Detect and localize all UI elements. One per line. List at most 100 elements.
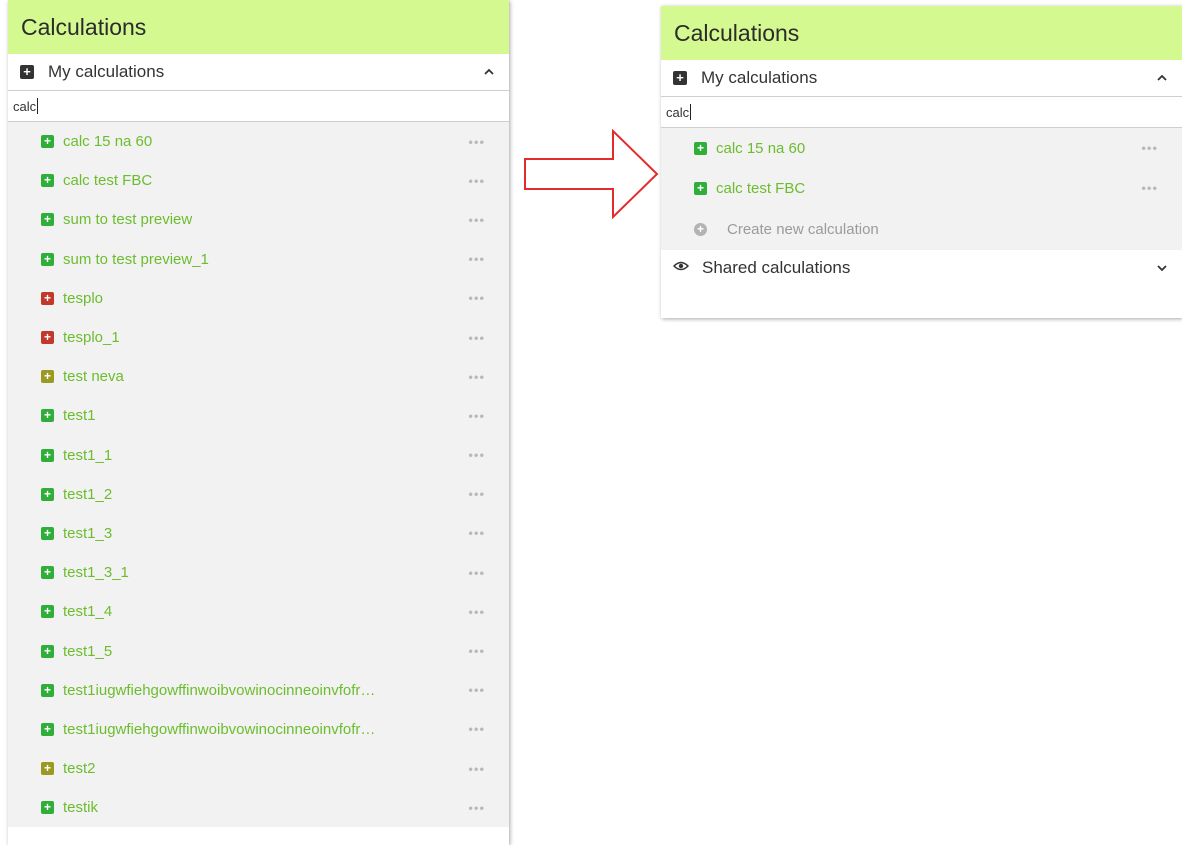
calculation-item-label: calc 15 na 60	[716, 139, 806, 157]
calculation-item[interactable]: + test1 •••	[8, 396, 509, 435]
calculation-item[interactable]: + test1iugwfiehgowffinwoibvowinocinneoinv…	[8, 671, 509, 710]
more-options-icon[interactable]: •••	[468, 761, 485, 776]
plus-square-icon: +	[41, 605, 54, 619]
chevron-up-icon[interactable]	[1156, 72, 1168, 84]
calculation-item-label: test1_4	[63, 603, 113, 621]
calculation-item[interactable]: + test1iugwfiehgowffinwoibvowinocinneoinv…	[8, 710, 509, 749]
plus-square-icon: +	[41, 409, 54, 423]
more-options-icon[interactable]: •••	[468, 408, 485, 423]
more-options-icon[interactable]: •••	[468, 722, 485, 737]
more-options-icon[interactable]: •••	[468, 644, 485, 659]
calculation-item[interactable]: + test1_2 •••	[8, 475, 509, 514]
calculation-item[interactable]: + calc 15 na 60 •••	[661, 128, 1182, 168]
text-caret	[37, 98, 39, 114]
plus-square-icon: +	[41, 252, 54, 266]
plus-square-icon: +	[41, 644, 54, 658]
my-calculations-label: My calculations	[48, 62, 165, 81]
calculation-item[interactable]: + calc 15 na 60 •••	[8, 122, 509, 161]
calculation-item-label: test1_5	[63, 642, 113, 660]
eye-icon	[672, 259, 690, 277]
calculation-item[interactable]: + test neva •••	[8, 357, 509, 396]
right-arrow-icon	[524, 129, 659, 219]
plus-square-icon: +	[694, 181, 707, 195]
calculation-item-label: tesplo	[63, 289, 104, 307]
calculation-item[interactable]: + tesplo •••	[8, 279, 509, 318]
more-options-icon[interactable]: •••	[468, 565, 485, 580]
calculation-item-label: test1_1	[63, 446, 113, 464]
chevron-up-icon[interactable]	[483, 66, 495, 78]
search-input[interactable]: calc	[8, 90, 509, 122]
calculation-item-label: sum to test preview	[63, 211, 193, 229]
calculation-item-label: calc 15 na 60	[63, 133, 153, 151]
calculation-item-label: test1_2	[63, 485, 113, 503]
calculation-item-label: test1	[63, 407, 96, 425]
search-value: calc	[666, 104, 690, 120]
chevron-down-icon[interactable]	[1156, 262, 1168, 274]
more-options-icon[interactable]: •••	[468, 526, 485, 541]
calculation-item-label: test neva	[63, 368, 124, 386]
shared-calculations-header[interactable]: Shared calculations	[661, 250, 1182, 286]
more-options-icon[interactable]: •••	[1141, 141, 1158, 156]
calculation-item-label: test1iugwfiehgowffinwoibvowinocinneoinvf…	[63, 681, 376, 699]
more-options-icon[interactable]: •••	[468, 291, 485, 306]
more-options-icon[interactable]: •••	[468, 212, 485, 227]
calculation-item[interactable]: + calc test FBC •••	[8, 161, 509, 200]
more-options-icon[interactable]: •••	[468, 683, 485, 698]
calculation-item-label: test1_3	[63, 524, 113, 542]
my-calculations-header[interactable]: + My calculations	[661, 60, 1182, 96]
calculation-item[interactable]: + sum to test preview •••	[8, 200, 509, 239]
calculation-item[interactable]: + test1_3 •••	[8, 514, 509, 553]
create-new-calculation-button[interactable]: + Create new calculation	[661, 208, 1182, 250]
plus-square-icon: +	[41, 487, 54, 501]
plus-square-icon: +	[41, 174, 54, 188]
calculation-item-label: tesplo_1	[63, 329, 120, 347]
search-input[interactable]: calc	[661, 96, 1182, 128]
calculation-item[interactable]: + calc test FBC •••	[661, 168, 1182, 208]
create-new-label: Create new calculation	[727, 220, 879, 238]
plus-square-icon: +	[41, 526, 54, 540]
calculation-list: + calc 15 na 60 ••• + calc test FBC ••• + sum t…	[8, 122, 509, 828]
more-options-icon[interactable]: •••	[468, 487, 485, 502]
calculation-item[interactable]: + test1_5 •••	[8, 631, 509, 670]
calculation-item-label: calc test FBC	[716, 179, 806, 197]
more-options-icon[interactable]: •••	[468, 448, 485, 463]
more-options-icon[interactable]: •••	[1141, 181, 1158, 196]
plus-square-icon: +	[694, 141, 707, 155]
calculation-item-label: testik	[63, 799, 99, 817]
calculations-panel-filtered: Calculations + My calculations calc + cal…	[661, 6, 1182, 318]
more-options-icon[interactable]: •••	[468, 800, 485, 815]
shared-calculations-label: Shared calculations	[702, 258, 851, 277]
my-calculations-label: My calculations	[701, 68, 818, 87]
calculations-panel-full: Calculations + My calculations calc + cal…	[8, 0, 509, 845]
my-calculations-header[interactable]: + My calculations	[8, 54, 509, 90]
plus-square-icon: +	[673, 71, 687, 85]
calculation-item[interactable]: + testik •••	[8, 788, 509, 827]
more-options-icon[interactable]: •••	[468, 173, 485, 188]
more-options-icon[interactable]: •••	[468, 604, 485, 619]
panel-title: Calculations	[8, 0, 509, 54]
calculation-item[interactable]: + test2 •••	[8, 749, 509, 788]
plus-circle-icon: +	[694, 222, 707, 236]
plus-square-icon: +	[41, 370, 54, 384]
plus-square-icon: +	[41, 801, 54, 815]
calculation-item[interactable]: + test1_4 •••	[8, 592, 509, 631]
calculation-item[interactable]: + sum to test preview_1 •••	[8, 240, 509, 279]
calculation-item-label: calc test FBC	[63, 172, 153, 190]
calculation-item[interactable]: + test1_3_1 •••	[8, 553, 509, 592]
calculation-item[interactable]: + tesplo_1 •••	[8, 318, 509, 357]
plus-square-icon: +	[41, 566, 54, 580]
plus-square-icon: +	[20, 65, 34, 79]
calculation-item-label: test2	[63, 760, 96, 778]
more-options-icon[interactable]: •••	[468, 134, 485, 149]
plus-square-icon: +	[41, 135, 54, 149]
text-caret	[690, 104, 692, 120]
calculation-list: + calc 15 na 60 ••• + calc test FBC ••• + Cre…	[661, 128, 1182, 250]
panel-title: Calculations	[661, 6, 1182, 60]
more-options-icon[interactable]: •••	[468, 252, 485, 267]
calculation-item-label: sum to test preview_1	[63, 250, 209, 268]
calculation-item[interactable]: + test1_1 •••	[8, 436, 509, 475]
plus-square-icon: +	[41, 213, 54, 227]
calculation-item-label: test1iugwfiehgowffinwoibvowinocinneoinvf…	[63, 720, 376, 738]
more-options-icon[interactable]: •••	[468, 369, 485, 384]
more-options-icon[interactable]: •••	[468, 330, 485, 345]
